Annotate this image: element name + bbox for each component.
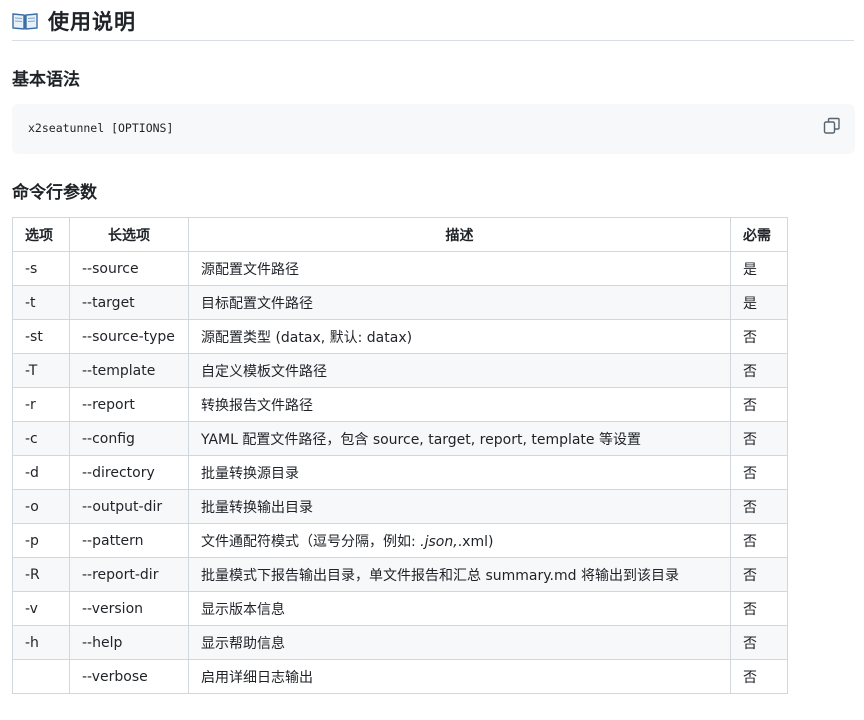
cell-long: --source [69,251,189,286]
cell-desc: 批量模式下报告输出目录，单文件报告和汇总 summary.md 将输出到该目录 [188,557,731,592]
cell-short: -p [12,523,70,558]
code-text: x2seatunnel [OPTIONS] [28,121,174,135]
cell-desc: 批量转换源目录 [188,455,731,490]
cell-desc: 启用详细日志输出 [188,659,731,694]
cell-long: --source-type [69,319,189,354]
cell-required: 否 [730,353,788,388]
cell-short: -st [12,319,70,354]
code-block: x2seatunnel [OPTIONS] [12,104,855,154]
cell-long: --report-dir [69,557,189,592]
cell-short: -r [12,387,70,422]
cell-required: 否 [730,523,788,558]
table-row: -r --report 转换报告文件路径 否 [12,387,788,422]
cell-short: -R [12,557,70,592]
cell-required: 否 [730,489,788,524]
cell-required: 是 [730,285,788,320]
cell-desc: 显示帮助信息 [188,625,731,660]
desc-text: 文件通配符模式（逗号分隔，例如: [201,533,421,550]
cell-desc: YAML 配置文件路径，包含 source, target, report, t… [188,421,731,456]
table-row: -st --source-type 源配置类型 (datax, 默认: data… [12,319,788,354]
cell-desc: 转换报告文件路径 [188,387,731,422]
cell-long: --template [69,353,189,388]
copy-icon[interactable] [823,117,841,135]
cell-long: --report [69,387,189,422]
header-long: 长选项 [69,217,189,252]
params-table: 选项 长选项 描述 必需 -s --source 源配置文件路径 是 -t --… [12,217,788,694]
cell-short: -c [12,421,70,456]
cell-long: --directory [69,455,189,490]
cell-long: --help [69,625,189,660]
desc-emphasis: .json, [420,533,458,550]
table-row: -T --template 自定义模板文件路径 否 [12,353,788,388]
usage-heading: 使用说明 [12,2,854,41]
table-header-row: 选项 长选项 描述 必需 [12,217,788,252]
cell-long: --verbose [69,659,189,694]
cell-short: -s [12,251,70,286]
table-row: --verbose 启用详细日志输出 否 [12,659,788,694]
page-title: 使用说明 [48,10,136,34]
cell-required: 否 [730,625,788,660]
cell-short: -v [12,591,70,626]
table-row: -v --version 显示版本信息 否 [12,591,788,626]
cell-required: 否 [730,591,788,626]
header-short: 选项 [12,217,70,252]
cell-required: 否 [730,387,788,422]
readme-page: 使用说明 基本语法 x2seatunnel [OPTIONS] 命令行参数 选项… [0,0,864,720]
table-row: -p --pattern 文件通配符模式（逗号分隔，例如: .json,.xml… [12,523,788,558]
cell-required: 否 [730,659,788,694]
cell-desc: 显示版本信息 [188,591,731,626]
cell-required: 否 [730,557,788,592]
cell-required: 否 [730,319,788,354]
cell-required: 是 [730,251,788,286]
cell-required: 否 [730,455,788,490]
cell-short: -t [12,285,70,320]
table-row: -c --config YAML 配置文件路径，包含 source, targe… [12,421,788,456]
book-icon [12,11,38,31]
cell-long: --target [69,285,189,320]
header-desc: 描述 [188,217,731,252]
cell-desc: 批量转换输出目录 [188,489,731,524]
basic-syntax-heading: 基本语法 [12,70,80,90]
cell-desc: 目标配置文件路径 [188,285,731,320]
table-row: -d --directory 批量转换源目录 否 [12,455,788,490]
cell-short: -T [12,353,70,388]
cell-short [12,659,70,694]
cell-short: -h [12,625,70,660]
cell-short: -o [12,489,70,524]
table-row: -R --report-dir 批量模式下报告输出目录，单文件报告和汇总 sum… [12,557,788,592]
header-required: 必需 [730,217,788,252]
table-row: -t --target 目标配置文件路径 是 [12,285,788,320]
cell-long: --output-dir [69,489,189,524]
cell-long: --config [69,421,189,456]
table-row: -s --source 源配置文件路径 是 [12,251,788,286]
cell-desc: 源配置类型 (datax, 默认: datax) [188,319,731,354]
table-row: -h --help 显示帮助信息 否 [12,625,788,660]
cell-short: -d [12,455,70,490]
table-row: -o --output-dir 批量转换输出目录 否 [12,489,788,524]
cell-long: --version [69,591,189,626]
cell-long: --pattern [69,523,189,558]
cell-desc: 自定义模板文件路径 [188,353,731,388]
cli-args-heading: 命令行参数 [12,183,97,203]
cell-desc: 源配置文件路径 [188,251,731,286]
cell-required: 否 [730,421,788,456]
desc-text-end: .xml) [457,533,494,550]
cell-desc: 文件通配符模式（逗号分隔，例如: .json,.xml) [188,523,731,558]
